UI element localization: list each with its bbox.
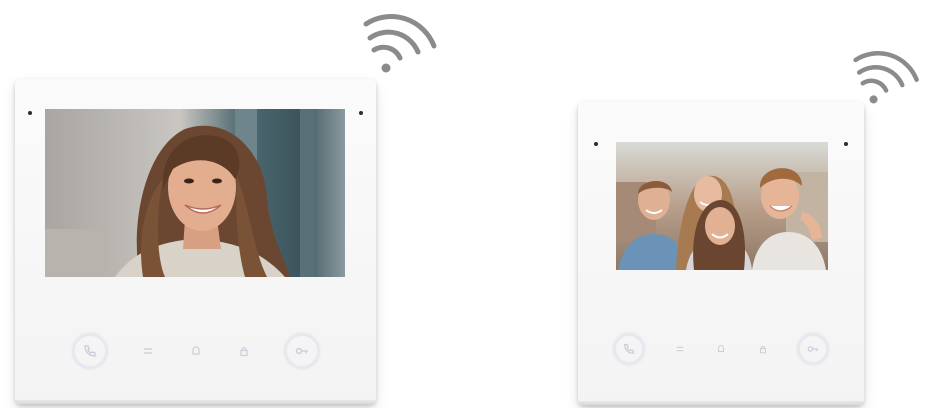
light-sensor bbox=[359, 111, 363, 115]
menu-icon bbox=[676, 346, 683, 352]
lock-icon bbox=[240, 347, 248, 357]
talk-icon bbox=[84, 345, 96, 357]
bell-button[interactable] bbox=[715, 343, 727, 355]
menu-button[interactable] bbox=[141, 344, 155, 358]
camera-sensor bbox=[594, 142, 598, 146]
video-intercom-monitor-small bbox=[578, 102, 864, 405]
bell-icon bbox=[192, 346, 200, 355]
key-icon bbox=[807, 346, 819, 352]
wifi-icon bbox=[362, 12, 440, 74]
menu-button[interactable] bbox=[674, 343, 686, 355]
touch-button-bar bbox=[614, 334, 828, 364]
lock-button[interactable] bbox=[237, 344, 251, 358]
camera-sensor bbox=[28, 111, 32, 115]
talk-button[interactable] bbox=[614, 334, 644, 364]
bell-icon bbox=[718, 345, 724, 352]
wifi-icon bbox=[852, 48, 922, 106]
bell-button[interactable] bbox=[189, 344, 203, 358]
talk-icon bbox=[624, 344, 634, 354]
lock-button[interactable] bbox=[757, 343, 769, 355]
light-sensor bbox=[844, 142, 848, 146]
key-button[interactable] bbox=[798, 334, 828, 364]
monitor-screen bbox=[45, 109, 345, 277]
talk-button[interactable] bbox=[73, 334, 107, 368]
menu-icon bbox=[144, 348, 152, 354]
group-selfie-image bbox=[616, 142, 828, 270]
key-icon bbox=[295, 347, 308, 355]
video-intercom-monitor-large bbox=[15, 79, 376, 404]
woman-portrait-image bbox=[45, 109, 345, 277]
product-scene bbox=[0, 0, 925, 408]
monitor-screen bbox=[616, 142, 828, 270]
lock-icon bbox=[759, 345, 766, 354]
key-button[interactable] bbox=[285, 334, 319, 368]
touch-button-bar bbox=[73, 333, 319, 369]
